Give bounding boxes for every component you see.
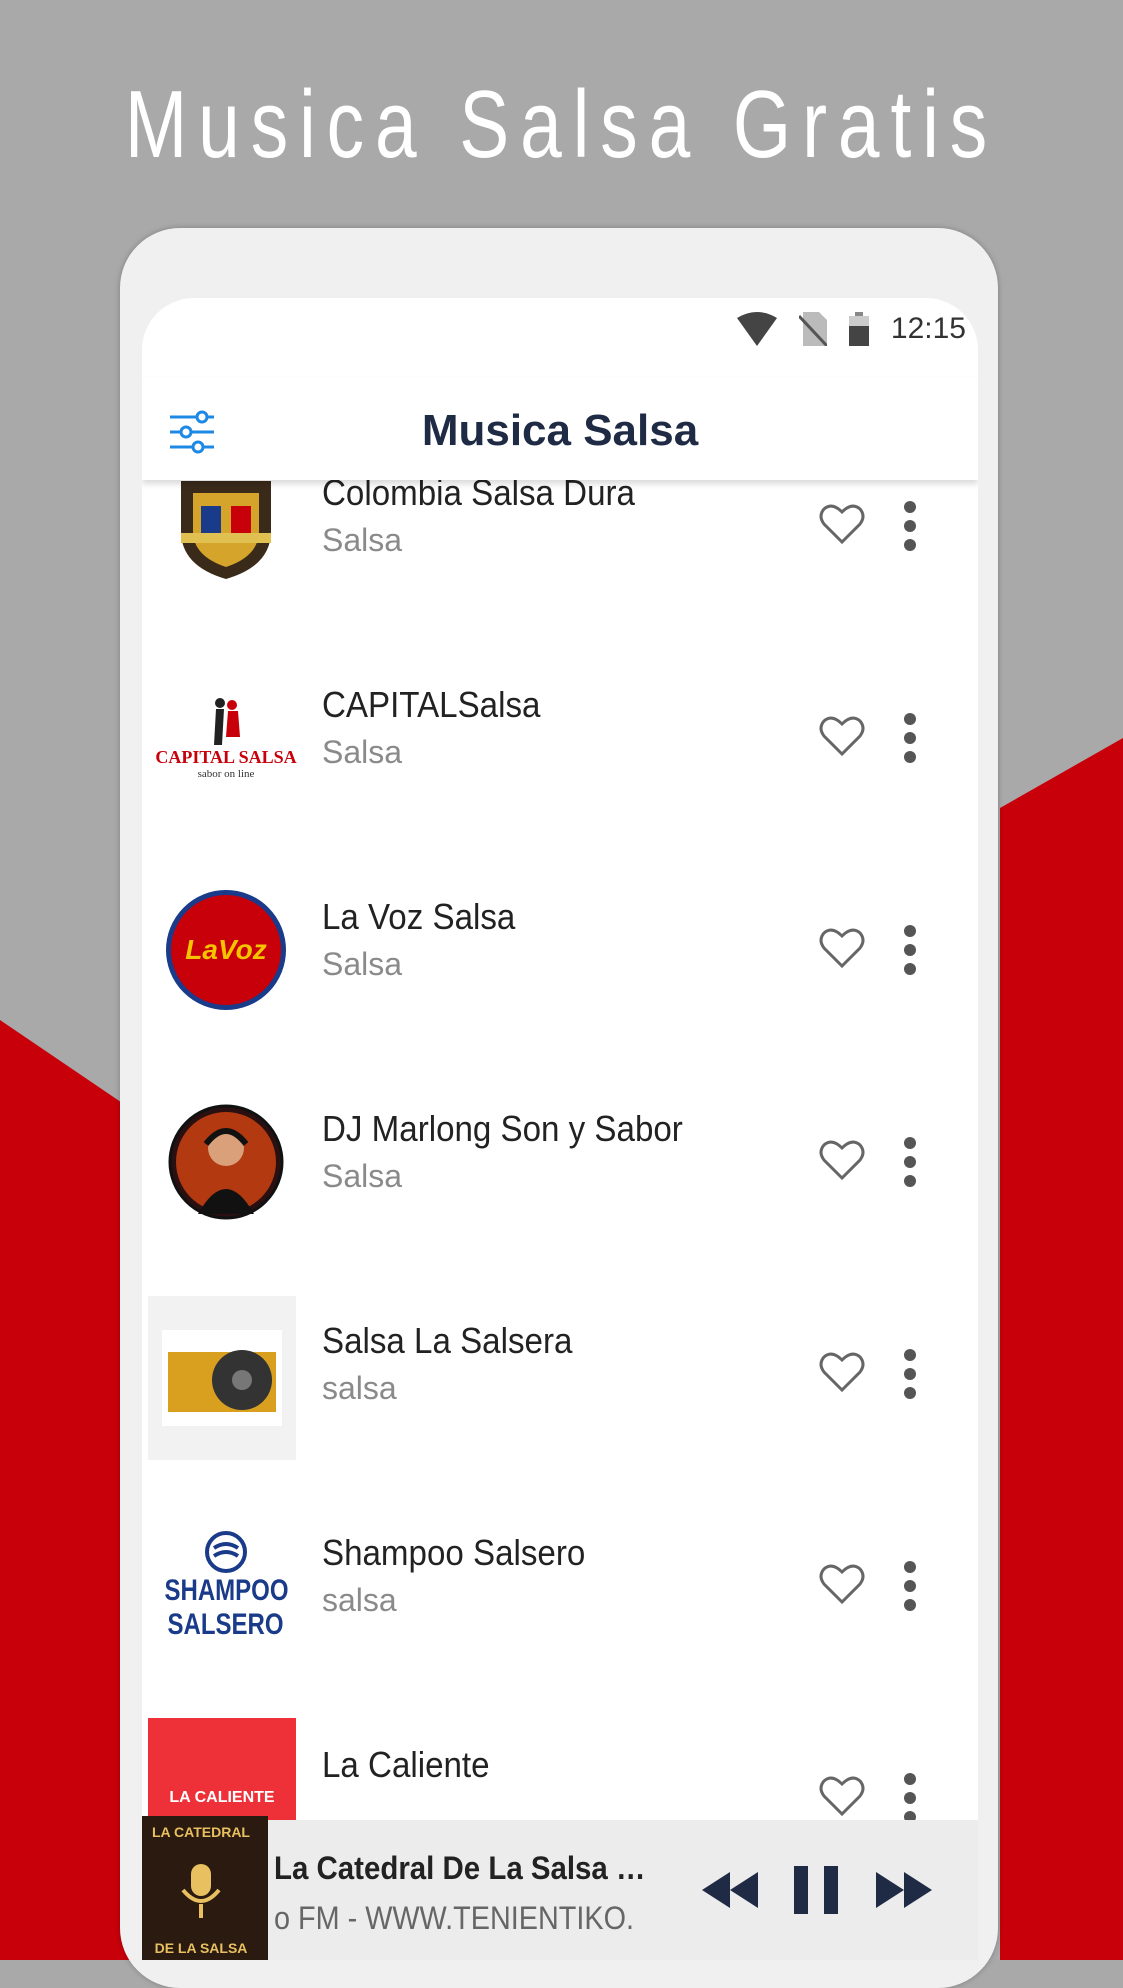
heart-icon[interactable]: [818, 1348, 866, 1394]
app-title: Musica Salsa: [421, 406, 699, 455]
status-time: 12:15: [890, 312, 966, 345]
station-row[interactable]: DJ Marlong Son y Sabor Salsa: [142, 1056, 978, 1270]
station-row[interactable]: SHAMPOO SALSERO Shampoo Salsero salsa: [142, 1480, 978, 1694]
dj-avatar-icon: [168, 1104, 284, 1220]
logo-text: LaVoz: [185, 934, 267, 965]
station-row[interactable]: Salsa La Salsera salsa: [142, 1268, 978, 1482]
now-playing-subtitle: o FM - WWW.TENIENTIKO.COM: [274, 1900, 634, 1936]
heart-icon[interactable]: [818, 1560, 866, 1606]
dancers-icon: [214, 697, 240, 745]
pause-icon[interactable]: [784, 1858, 848, 1922]
heart-icon[interactable]: [818, 712, 866, 758]
station-genre: Salsa: [322, 1158, 403, 1194]
bubble-logo-icon: [205, 1531, 247, 1573]
station-row[interactable]: CAPITAL SALSA sabor on line CAPITALSalsa…: [142, 632, 978, 846]
shield-logo-icon: [181, 481, 271, 579]
more-options-icon[interactable]: [902, 1772, 918, 1824]
station-genre: Salsa: [322, 522, 403, 558]
station-logo: CAPITAL SALSA sabor on line: [152, 670, 300, 806]
rewind-icon[interactable]: [698, 1858, 762, 1922]
station-name: Shampoo Salsero: [322, 1532, 586, 1573]
station-logo: [152, 480, 300, 594]
more-options-icon[interactable]: [902, 1136, 918, 1188]
status-bar: 12:15: [142, 298, 978, 378]
station-logo: [152, 1094, 300, 1230]
logo-subtext: sabor on line: [197, 767, 255, 780]
logo-text: DE LA SALSA: [154, 1940, 248, 1956]
station-list: Colombia Salsa Dura Salsa CAPITAL SALSA …: [142, 480, 978, 1960]
logo-text: CAPITAL SALSA: [155, 746, 297, 767]
station-row[interactable]: LaVoz La Voz Salsa Salsa: [142, 844, 978, 1058]
logo-text: LA CATEDRAL: [152, 1824, 250, 1840]
promo-title: Musica Salsa Gratis: [124, 71, 999, 178]
no-sim-icon: [798, 312, 827, 346]
more-options-icon[interactable]: [902, 500, 918, 552]
station-logo: [148, 1296, 296, 1460]
logo-text: LA CALIENTE: [169, 1789, 275, 1806]
vinyl-record-icon: [162, 1330, 282, 1426]
app-screen: 12:15 Musica Salsa Colombia Salsa Dura S…: [142, 298, 978, 1960]
heart-icon[interactable]: [818, 1772, 866, 1818]
station-genre: salsa: [322, 1370, 397, 1406]
more-options-icon[interactable]: [902, 1348, 918, 1400]
more-options-icon[interactable]: [902, 924, 918, 976]
station-genre: Salsa: [322, 946, 403, 982]
now-playing-title: La Catedral De La Salsa Rad...: [274, 1850, 666, 1886]
more-options-icon[interactable]: [902, 1560, 918, 1612]
station-row[interactable]: Colombia Salsa Dura Salsa: [142, 480, 978, 634]
heart-icon[interactable]: [818, 924, 866, 970]
heart-icon[interactable]: [818, 1136, 866, 1182]
station-name: La Caliente: [322, 1744, 490, 1785]
station-name: La Voz Salsa: [322, 896, 516, 937]
station-genre: Salsa: [322, 734, 403, 770]
now-playing-art: LA CATEDRAL DE LA SALSA: [142, 1816, 268, 1960]
battery-icon: [848, 312, 869, 346]
heart-icon[interactable]: [818, 500, 866, 546]
microphone-icon: [181, 1864, 221, 1918]
station-name: DJ Marlong Son y Sabor: [322, 1108, 683, 1149]
more-options-icon[interactable]: [902, 712, 918, 764]
mini-player[interactable]: LA CATEDRAL DE LA SALSA La Catedral De L…: [142, 1816, 978, 1960]
wifi-icon: [736, 312, 777, 346]
station-logo: SHAMPOO SALSERO: [152, 1518, 300, 1654]
station-genre: salsa: [322, 1582, 397, 1618]
station-name: Colombia Salsa Dura: [322, 480, 635, 513]
station-logo: LaVoz: [152, 882, 300, 1018]
logo-text: SHAMPOO: [164, 1574, 289, 1607]
station-name: CAPITALSalsa: [322, 684, 541, 725]
station-name: Salsa La Salsera: [322, 1320, 573, 1361]
fast-forward-icon[interactable]: [872, 1858, 936, 1922]
app-bar: Musica Salsa: [142, 378, 978, 480]
logo-text: SALSERO: [167, 1608, 285, 1641]
